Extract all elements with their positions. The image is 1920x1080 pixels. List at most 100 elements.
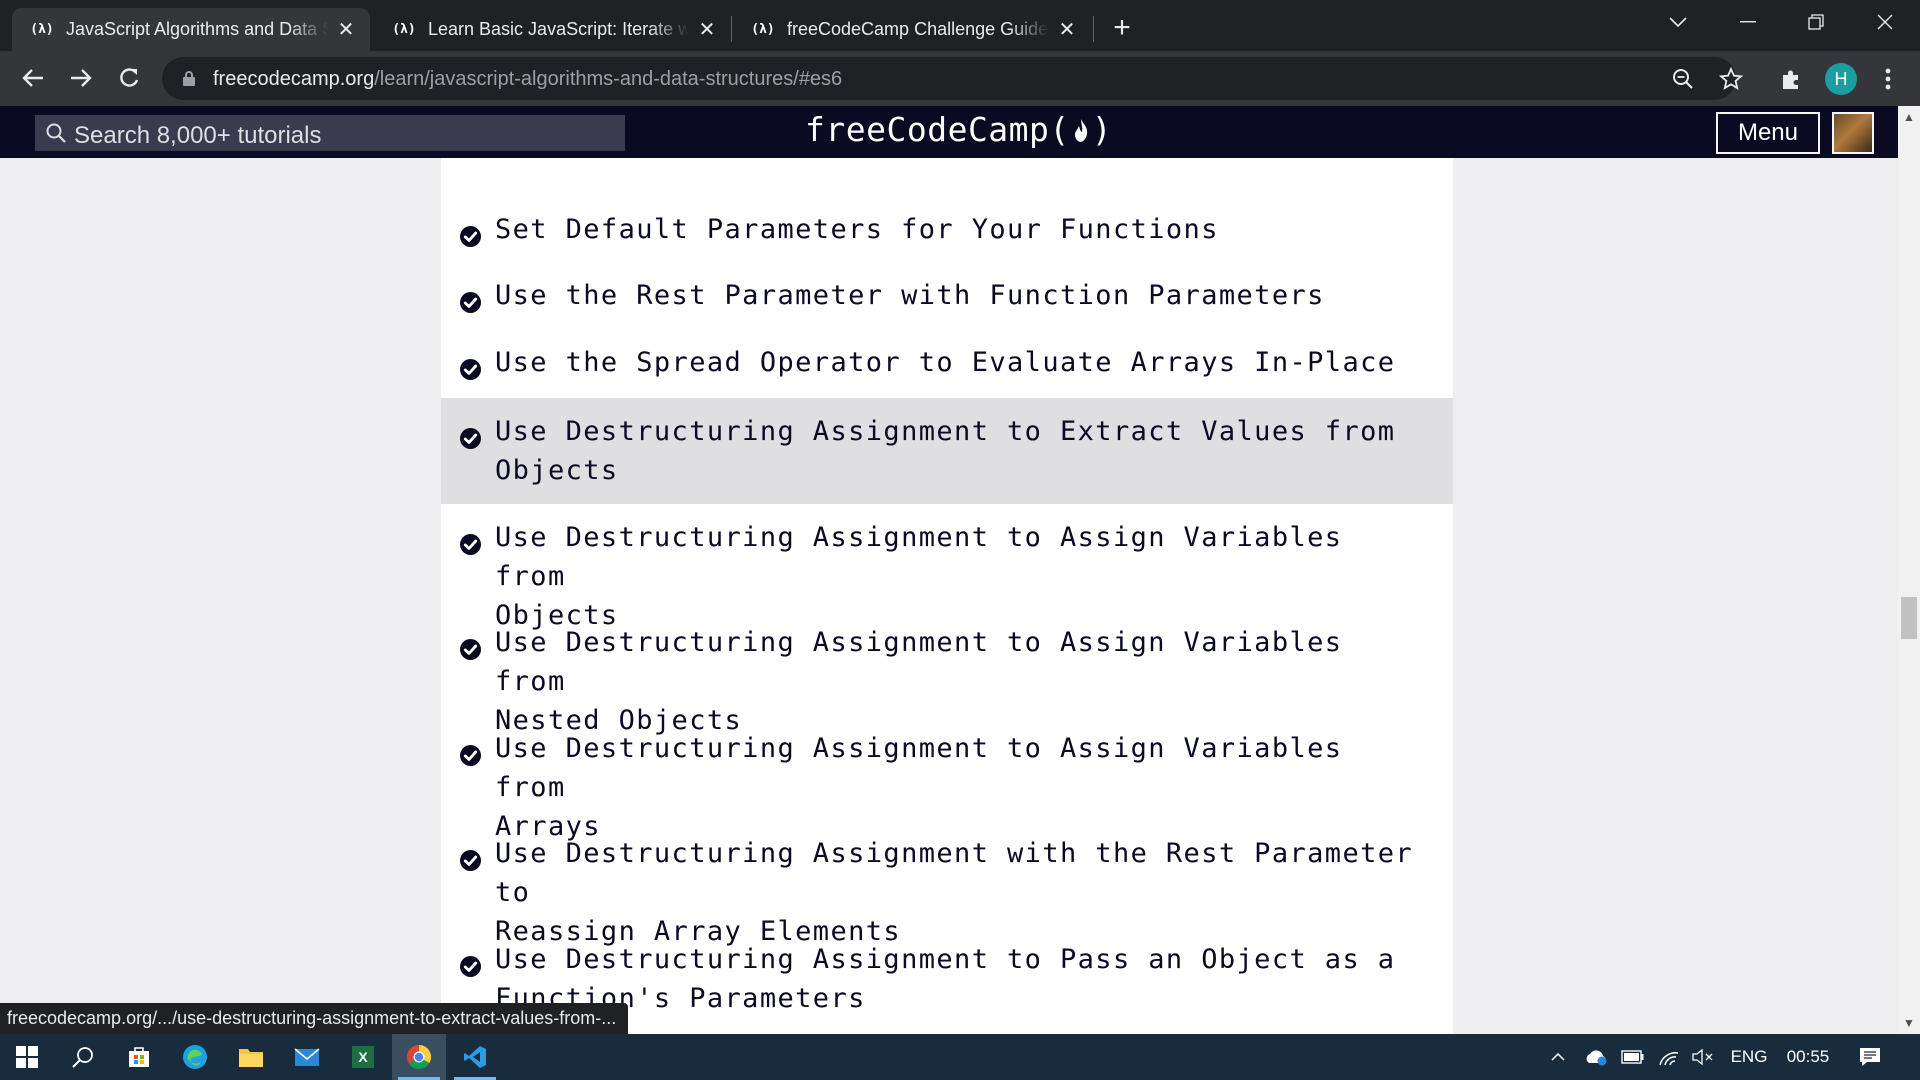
url-path: /learn/javascript-algorithms-and-data-st… <box>374 68 843 90</box>
windows-taskbar: X ENG 00:55 <box>0 1034 1920 1080</box>
lesson-list: Write Arrow Functions with ParametersSet… <box>441 158 1453 1034</box>
excel-icon[interactable]: X <box>336 1034 390 1080</box>
zoom-icon[interactable] <box>1669 65 1697 93</box>
browser-tab-strip: (λ) JavaScript Algorithms and Data Struct… <box>0 0 1920 51</box>
search-placeholder: Search 8,000+ tutorials <box>74 122 322 149</box>
search-input[interactable]: Search 8,000+ tutorials <box>35 115 625 151</box>
vscode-icon[interactable] <box>448 1034 502 1080</box>
browser-tab[interactable]: (λ) Learn Basic JavaScript: Iterate with … <box>374 8 731 51</box>
browser-tab[interactable]: (λ) JavaScript Algorithms and Data Struct… <box>12 8 370 51</box>
lesson-item[interactable]: Use Destructuring Assignment to Assign V… <box>441 504 1453 631</box>
fcc-favicon-icon: (λ) <box>30 22 54 37</box>
check-circle-icon <box>460 632 481 660</box>
battery-icon[interactable] <box>1618 1034 1648 1080</box>
link-status-bubble: freecodecamp.org/.../use-destructuring-a… <box>0 1003 629 1034</box>
scroll-down-arrow-icon[interactable]: ▼ <box>1898 1012 1920 1034</box>
lesson-label-line: Use the Rest Parameter with Function Par… <box>495 280 1325 311</box>
windows-start-icon[interactable] <box>0 1034 54 1080</box>
lesson-item[interactable]: Use the Rest Parameter with Function Par… <box>441 267 1453 334</box>
tab-separator <box>731 16 732 42</box>
check-circle-icon <box>460 527 481 555</box>
lesson-item[interactable]: Use the Spread Operator to Evaluate Arra… <box>441 334 1453 398</box>
wifi-icon[interactable] <box>1654 1034 1684 1080</box>
close-tab-icon[interactable]: ✕ <box>332 16 360 44</box>
check-circle-icon <box>460 219 481 247</box>
fcc-logo-text: freeCodeCamp( <box>805 110 1070 149</box>
profile-avatar[interactable]: H <box>1825 63 1857 95</box>
extensions-puzzle-icon[interactable] <box>1777 65 1805 93</box>
tab-title: Learn Basic JavaScript: Iterate with Jav… <box>428 19 689 39</box>
close-window-icon[interactable] <box>1857 0 1913 44</box>
lesson-label-line: Use Destructuring Assignment to Assign V… <box>495 627 1343 697</box>
lesson-label: Use Destructuring Assignment to Pass an … <box>495 940 1415 1018</box>
tab-title: freeCodeCamp Challenge Guide: Use Destru… <box>787 19 1049 39</box>
close-tab-icon[interactable]: ✕ <box>1053 16 1081 44</box>
lesson-label-line: Use Destructuring Assignment to Assign V… <box>495 522 1343 592</box>
check-circle-icon <box>460 352 481 380</box>
forward-arrow-icon[interactable] <box>62 59 100 97</box>
tab-separator <box>1093 16 1094 42</box>
url-host: freecodecamp.org <box>213 68 375 90</box>
reload-icon[interactable] <box>110 59 148 97</box>
lesson-item[interactable]: Set Default Parameters for Your Function… <box>441 201 1453 267</box>
new-tab-button[interactable]: + <box>1105 12 1139 46</box>
lesson-label-line: Use Destructuring Assignment to Pass an … <box>495 944 1396 975</box>
fcc-favicon-icon: (λ) <box>751 22 775 37</box>
language-indicator[interactable]: ENG <box>1726 1034 1772 1080</box>
lesson-label: Use Destructuring Assignment to Extract … <box>495 412 1415 490</box>
lesson-label-line: Use the Spread Operator to Evaluate Arra… <box>495 347 1396 378</box>
address-bar[interactable]: freecodecamp.org/learn/javascript-algori… <box>162 57 1743 100</box>
excel-letter: X <box>352 1046 374 1068</box>
close-tab-icon[interactable]: ✕ <box>693 16 721 44</box>
search-icon <box>46 123 66 143</box>
file-explorer-icon[interactable] <box>224 1034 278 1080</box>
lesson-label: Use the Spread Operator to Evaluate Arra… <box>495 343 1415 382</box>
lesson-item[interactable]: Use Destructuring Assignment to Assign V… <box>441 715 1453 842</box>
user-avatar[interactable] <box>1832 112 1874 154</box>
lesson-item[interactable]: Use Destructuring Assignment to Assign V… <box>441 609 1453 736</box>
scrollbar-thumb[interactable] <box>1901 597 1917 639</box>
lesson-label: Set Default Parameters for Your Function… <box>495 210 1415 249</box>
check-circle-icon <box>460 285 481 313</box>
page-scrollbar[interactable]: ▲ ▼ <box>1898 106 1920 1034</box>
chrome-menu-icon[interactable] <box>1874 65 1902 93</box>
restore-window-icon[interactable] <box>1788 0 1844 44</box>
fcc-favicon-icon: (λ) <box>392 22 416 37</box>
onedrive-cloud-icon[interactable] <box>1580 1034 1612 1080</box>
minimize-window-icon[interactable] <box>1720 0 1776 44</box>
check-circle-icon <box>460 421 481 449</box>
tab-title: JavaScript Algorithms and Data Structure… <box>66 19 328 39</box>
taskbar-search-icon[interactable] <box>56 1034 110 1080</box>
chrome-icon[interactable] <box>392 1034 446 1080</box>
lesson-item[interactable]: Use Destructuring Assignment to Extract … <box>441 398 1453 504</box>
back-arrow-icon[interactable] <box>14 59 52 97</box>
page-content: Write Arrow Functions with ParametersSet… <box>0 158 1898 1034</box>
fcc-logo[interactable]: freeCodeCamp() <box>805 110 1112 149</box>
fcc-logo-end: ) <box>1091 110 1113 149</box>
tab-search-icon[interactable] <box>1650 0 1706 44</box>
store-icon[interactable] <box>112 1034 166 1080</box>
check-circle-icon <box>460 949 481 977</box>
lesson-label-line: Use Destructuring Assignment with the Re… <box>495 838 1414 908</box>
mail-icon[interactable] <box>280 1034 334 1080</box>
scroll-up-arrow-icon[interactable]: ▲ <box>1898 106 1920 128</box>
edge-icon[interactable] <box>168 1034 222 1080</box>
notifications-icon[interactable] <box>1852 1034 1888 1080</box>
browser-toolbar: freecodecamp.org/learn/javascript-algori… <box>0 51 1920 106</box>
lock-icon[interactable] <box>182 70 196 86</box>
browser-tab[interactable]: (λ) freeCodeCamp Challenge Guide: Use Des… <box>733 8 1091 51</box>
lesson-label-line: Function's Parameters <box>495 983 866 1014</box>
url-text[interactable]: freecodecamp.org/learn/javascript-algori… <box>213 68 842 91</box>
lesson-label-line: Objects <box>495 455 619 486</box>
show-hidden-icons-chevron-icon[interactable] <box>1544 1034 1572 1080</box>
flame-icon <box>1074 119 1087 142</box>
check-circle-icon <box>460 843 481 871</box>
volume-muted-icon[interactable] <box>1688 1034 1718 1080</box>
fcc-navbar: Search 8,000+ tutorials freeCodeCamp() M… <box>0 106 1898 158</box>
lesson-label: Use the Rest Parameter with Function Par… <box>495 276 1415 315</box>
check-circle-icon <box>460 738 481 766</box>
menu-button[interactable]: Menu <box>1716 112 1820 154</box>
lesson-item[interactable]: Use Destructuring Assignment with the Re… <box>441 820 1453 947</box>
clock-time[interactable]: 00:55 <box>1778 1034 1838 1080</box>
bookmark-star-icon[interactable] <box>1717 65 1745 93</box>
